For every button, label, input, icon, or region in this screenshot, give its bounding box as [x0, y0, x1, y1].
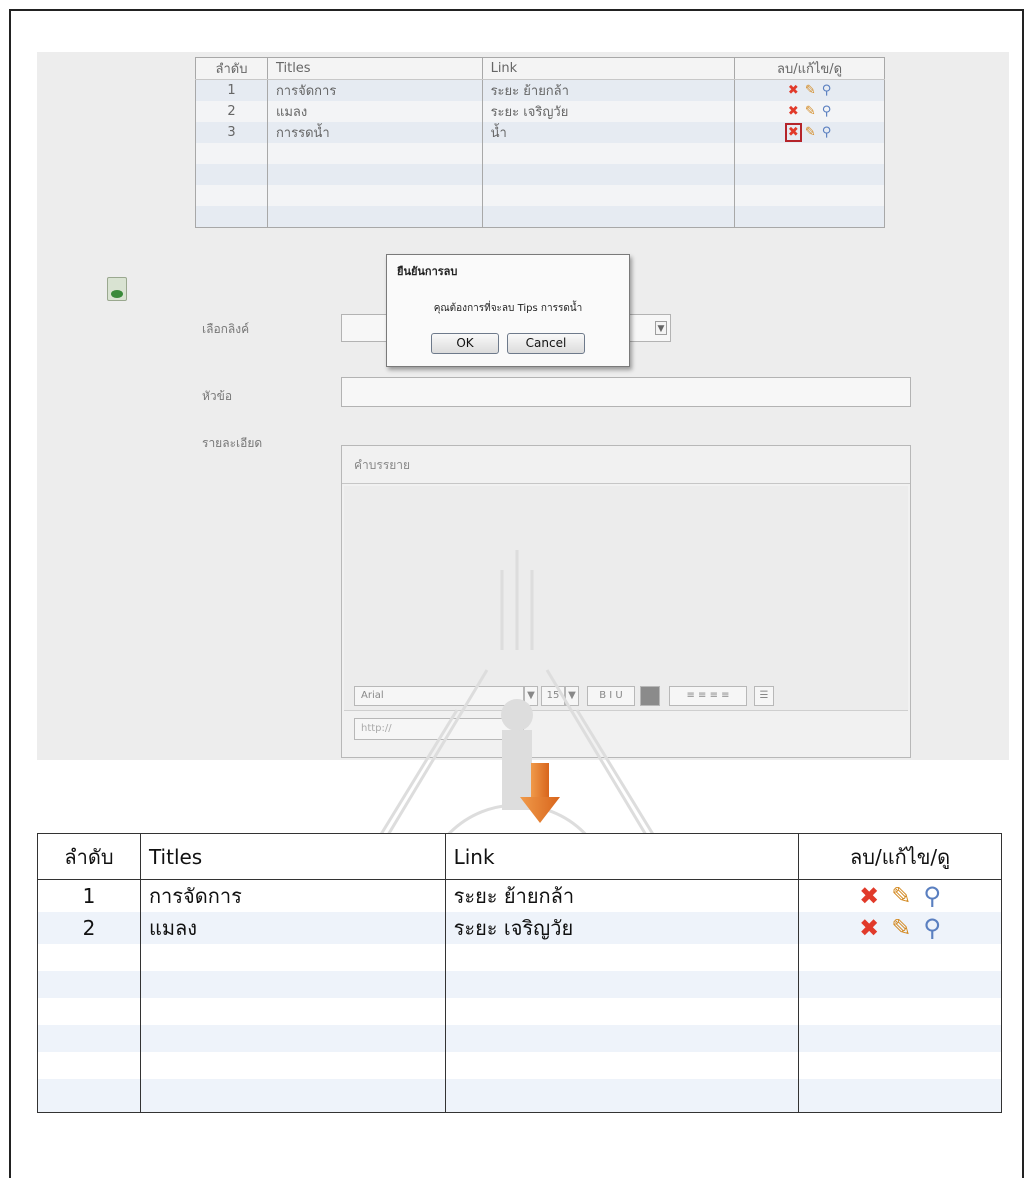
header-row: ลำดับ Titles Link ลบ/แก้ไข/ดู — [37, 833, 1002, 880]
chevron-down-icon[interactable]: ▼ — [655, 321, 667, 335]
font-dropdown-icon[interactable]: ▼ — [524, 686, 538, 706]
view-icon[interactable]: ⚲ — [923, 916, 941, 940]
view-icon[interactable]: ⚲ — [923, 884, 941, 908]
down-arrow-icon — [520, 763, 560, 823]
row-title: การจัดการ — [139, 879, 446, 912]
row-number: 1 — [195, 79, 268, 101]
column-header-link: Link — [444, 833, 800, 880]
row-number: 1 — [37, 879, 141, 912]
column-header-no: ลำดับ — [195, 57, 268, 80]
table-row: 1 การจัดการ ระยะ ย้ายกล้า ✖ ✎ ⚲ — [195, 79, 885, 101]
view-icon[interactable]: ⚲ — [822, 126, 832, 139]
header-row: ลำดับ Titles Link ลบ/แก้ไข/ดู — [195, 57, 885, 80]
delete-icon[interactable]: ✖ — [859, 884, 879, 908]
column-header-link: Link — [481, 57, 736, 80]
row-title: แมลง — [139, 912, 446, 944]
row-title: การจัดการ — [266, 79, 483, 101]
row-link: ระยะ เจริญวัย — [444, 912, 800, 944]
edit-icon[interactable]: ✎ — [805, 126, 816, 139]
format-buttons[interactable]: B I U — [587, 686, 635, 706]
column-header-actions: ลบ/แก้ไข/ดู — [734, 57, 885, 80]
row-number: 2 — [195, 101, 268, 122]
title-label: หัวข้อ — [202, 389, 233, 403]
empty-row — [37, 1025, 1002, 1052]
delete-icon[interactable]: ✖ — [784, 123, 802, 142]
row-link: ระยะ เจริญวัย — [481, 101, 736, 122]
row-number: 2 — [37, 912, 141, 944]
view-icon[interactable]: ⚲ — [822, 84, 832, 97]
color-picker-icon[interactable] — [640, 686, 660, 706]
column-header-actions: ลบ/แก้ไข/ดู — [798, 833, 1002, 880]
edit-icon[interactable]: ✎ — [805, 84, 816, 97]
size-dropdown-icon[interactable]: ▼ — [565, 686, 579, 706]
delete-icon[interactable]: ✖ — [788, 105, 799, 118]
list-icon[interactable]: ☰ — [754, 686, 774, 706]
dialog-message: คุณต้องการที่จะลบ Tips การรดน้ำ — [433, 303, 583, 314]
row-link: ระยะ ย้ายกล้า — [481, 79, 736, 101]
empty-row — [195, 185, 885, 206]
editor-heading: คำบรรยาย — [342, 446, 910, 484]
confirm-delete-dialog: ยืนยันการลบ คุณต้องการที่จะลบ Tips การรด… — [386, 254, 630, 367]
select-link-label: เลือกลิงค์ — [202, 322, 250, 336]
column-header-titles: Titles — [139, 833, 446, 880]
edit-icon[interactable]: ✎ — [891, 884, 911, 908]
align-buttons[interactable]: ≡ ≡ ≡ ≡ — [669, 686, 747, 706]
tips-table-before: ลำดับ Titles Link ลบ/แก้ไข/ดู 1 การจัดกา… — [195, 57, 885, 228]
title-input[interactable] — [341, 377, 911, 407]
row-number: 3 — [195, 122, 268, 143]
row-actions: ✖ ✎ ⚲ — [734, 101, 885, 122]
table-row: 3 การรดน้ำ น้ำ ✖ ✎ ⚲ — [195, 122, 885, 143]
edit-icon[interactable]: ✎ — [891, 916, 911, 940]
column-header-no: ลำดับ — [37, 833, 141, 880]
size-select[interactable]: 15 — [541, 686, 565, 706]
edit-icon[interactable]: ✎ — [805, 105, 816, 118]
row-actions: ✖ ✎ ⚲ — [798, 879, 1002, 912]
row-actions: ✖ ✎ ⚲ — [734, 79, 885, 101]
empty-row — [195, 206, 885, 228]
row-link: ระยะ ย้ายกล้า — [444, 879, 800, 912]
ok-button[interactable]: OK — [431, 333, 499, 354]
font-select[interactable]: Arial — [354, 686, 524, 706]
empty-row — [195, 143, 885, 164]
editor-body[interactable] — [344, 486, 908, 711]
row-title: แมลง — [266, 101, 483, 122]
url-input[interactable]: http:// — [354, 718, 524, 740]
row-title: การรดน้ำ — [266, 122, 483, 143]
delete-icon[interactable]: ✖ — [859, 916, 879, 940]
empty-row — [37, 998, 1002, 1025]
empty-row — [37, 971, 1002, 998]
cancel-button[interactable]: Cancel — [507, 333, 585, 354]
row-actions: ✖ ✎ ⚲ — [798, 912, 1002, 944]
empty-row — [37, 1079, 1002, 1113]
rich-text-editor[interactable]: คำบรรยาย Arial ▼ 15 ▼ B I U ≡ ≡ ≡ ≡ ☰ ht… — [341, 445, 911, 758]
detail-label: รายละเอียด — [202, 436, 263, 450]
table-row: 1 การจัดการ ระยะ ย้ายกล้า ✖ ✎ ⚲ — [37, 879, 1002, 912]
dialog-title: ยืนยันการลบ — [397, 265, 458, 278]
document-icon — [107, 277, 127, 301]
empty-row — [37, 944, 1002, 971]
empty-row — [37, 1052, 1002, 1079]
delete-icon[interactable]: ✖ — [788, 84, 799, 97]
column-header-titles: Titles — [266, 57, 483, 80]
tips-table-after: ลำดับ Titles Link ลบ/แก้ไข/ดู 1 การจัดกา… — [37, 833, 1002, 1113]
table-row: 2 แมลง ระยะ เจริญวัย ✖ ✎ ⚲ — [195, 101, 885, 122]
row-actions: ✖ ✎ ⚲ — [734, 122, 885, 143]
view-icon[interactable]: ⚲ — [822, 105, 832, 118]
row-link: น้ำ — [481, 122, 736, 143]
table-row: 2 แมลง ระยะ เจริญวัย ✖ ✎ ⚲ — [37, 912, 1002, 944]
empty-row — [195, 164, 885, 185]
